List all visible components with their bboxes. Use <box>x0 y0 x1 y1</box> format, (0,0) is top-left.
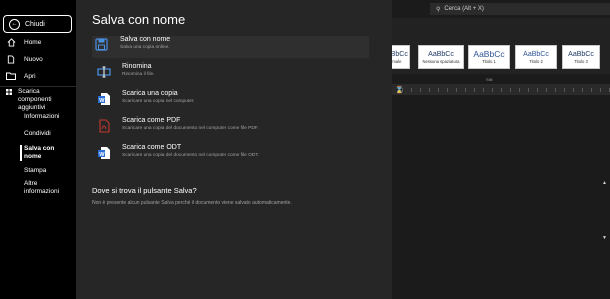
scroll-up-icon[interactable]: ▲ <box>602 180 607 186</box>
rename-icon <box>97 65 111 79</box>
scroll-down-icon[interactable]: ▼ <box>602 235 607 241</box>
help-text: Non è presente alcun pulsante Salva perc… <box>92 200 292 206</box>
option-desc: Scaricare una copia del documento nel co… <box>122 153 260 158</box>
nav-saveas[interactable]: Salva con nome <box>24 145 64 161</box>
option-title: Salva con nome <box>120 36 171 43</box>
back-arrow-icon: ← <box>9 18 20 30</box>
nav-new-label: Nuovo <box>24 56 43 63</box>
option-save-copy[interactable]: Salva con nome Salva una copia online. <box>92 36 369 58</box>
option-title: Scarica come ODT <box>122 144 182 151</box>
nav-home[interactable]: Home <box>6 38 41 47</box>
option-desc: Scaricare una copia del documento nel co… <box>122 126 259 131</box>
close-label: Chiudi <box>25 20 45 28</box>
save-copy-icon <box>95 38 109 52</box>
option-download-copy[interactable]: W Scarica una copia Scaricare una copia … <box>94 90 369 112</box>
nav-share[interactable]: Condividi <box>24 130 51 138</box>
svg-text:W: W <box>99 152 105 158</box>
option-desc: Salva una copia online. <box>120 45 170 50</box>
option-title: Rinomina <box>122 63 152 70</box>
ruler-ticks <box>402 88 610 92</box>
option-title: Scarica come PDF <box>122 117 181 124</box>
nav-more-info[interactable]: Altre informazioni <box>24 180 68 196</box>
nav-open-label: Apri <box>24 72 36 80</box>
style-heading-2[interactable]: AaBbCc Titolo 2 <box>515 45 557 69</box>
option-download-pdf[interactable]: Scarica come PDF Scaricare una copia del… <box>94 117 369 139</box>
nav-new[interactable]: Nuovo <box>6 55 43 64</box>
close-button[interactable]: ← Chiudi <box>3 15 72 33</box>
new-document-icon <box>6 55 16 64</box>
nav-home-label: Home <box>24 39 42 46</box>
option-rename[interactable]: Rinomina Rinomina il file. <box>94 63 369 85</box>
saveas-panel: Salva con nome Salva con nome Salva una … <box>76 0 392 299</box>
addins-grid-icon <box>6 89 12 95</box>
backstage-sidebar: ← Chiudi Home Nuovo Apri Scarica compone… <box>0 0 76 299</box>
option-desc: Rinomina il file. <box>122 72 155 77</box>
style-heading-3[interactable]: AaBbCc Titolo 3 <box>562 45 600 69</box>
style-no-spacing[interactable]: AaBbCc Nessuna spaziatura <box>418 45 464 69</box>
nav-info[interactable]: Informazioni <box>24 113 59 121</box>
page-title: Salva con nome <box>92 12 186 27</box>
search-icon: ⚲ <box>436 6 441 13</box>
help-heading: Dove si trova il pulsante Salva? <box>92 186 197 195</box>
folder-icon <box>6 72 16 80</box>
odt-icon: W <box>97 146 111 160</box>
nav-print[interactable]: Stampa <box>24 167 46 175</box>
svg-text:W: W <box>99 98 105 104</box>
divider <box>0 86 76 87</box>
word-doc-icon: W <box>97 92 111 106</box>
option-desc: Scaricare una copia nel computer. <box>122 99 195 104</box>
nav-addins[interactable]: Scarica componenti aggiuntivi <box>18 88 74 112</box>
search-box[interactable]: ⚲ Cerca (Alt + X) <box>430 3 610 15</box>
home-icon <box>6 38 16 47</box>
active-indicator <box>20 145 22 161</box>
ribbon-group-label: Stili <box>486 77 493 82</box>
option-download-odt[interactable]: W Scarica come ODT Scaricare una copia d… <box>94 144 369 166</box>
indent-marker-icon[interactable]: ⌛ <box>395 86 404 94</box>
nav-open[interactable]: Apri <box>6 72 36 80</box>
option-title: Scarica una copia <box>122 90 178 97</box>
pdf-icon <box>97 119 111 133</box>
style-heading-1[interactable]: AaBbCc Titolo 1 <box>468 45 510 69</box>
search-placeholder: Cerca (Alt + X) <box>444 6 484 12</box>
